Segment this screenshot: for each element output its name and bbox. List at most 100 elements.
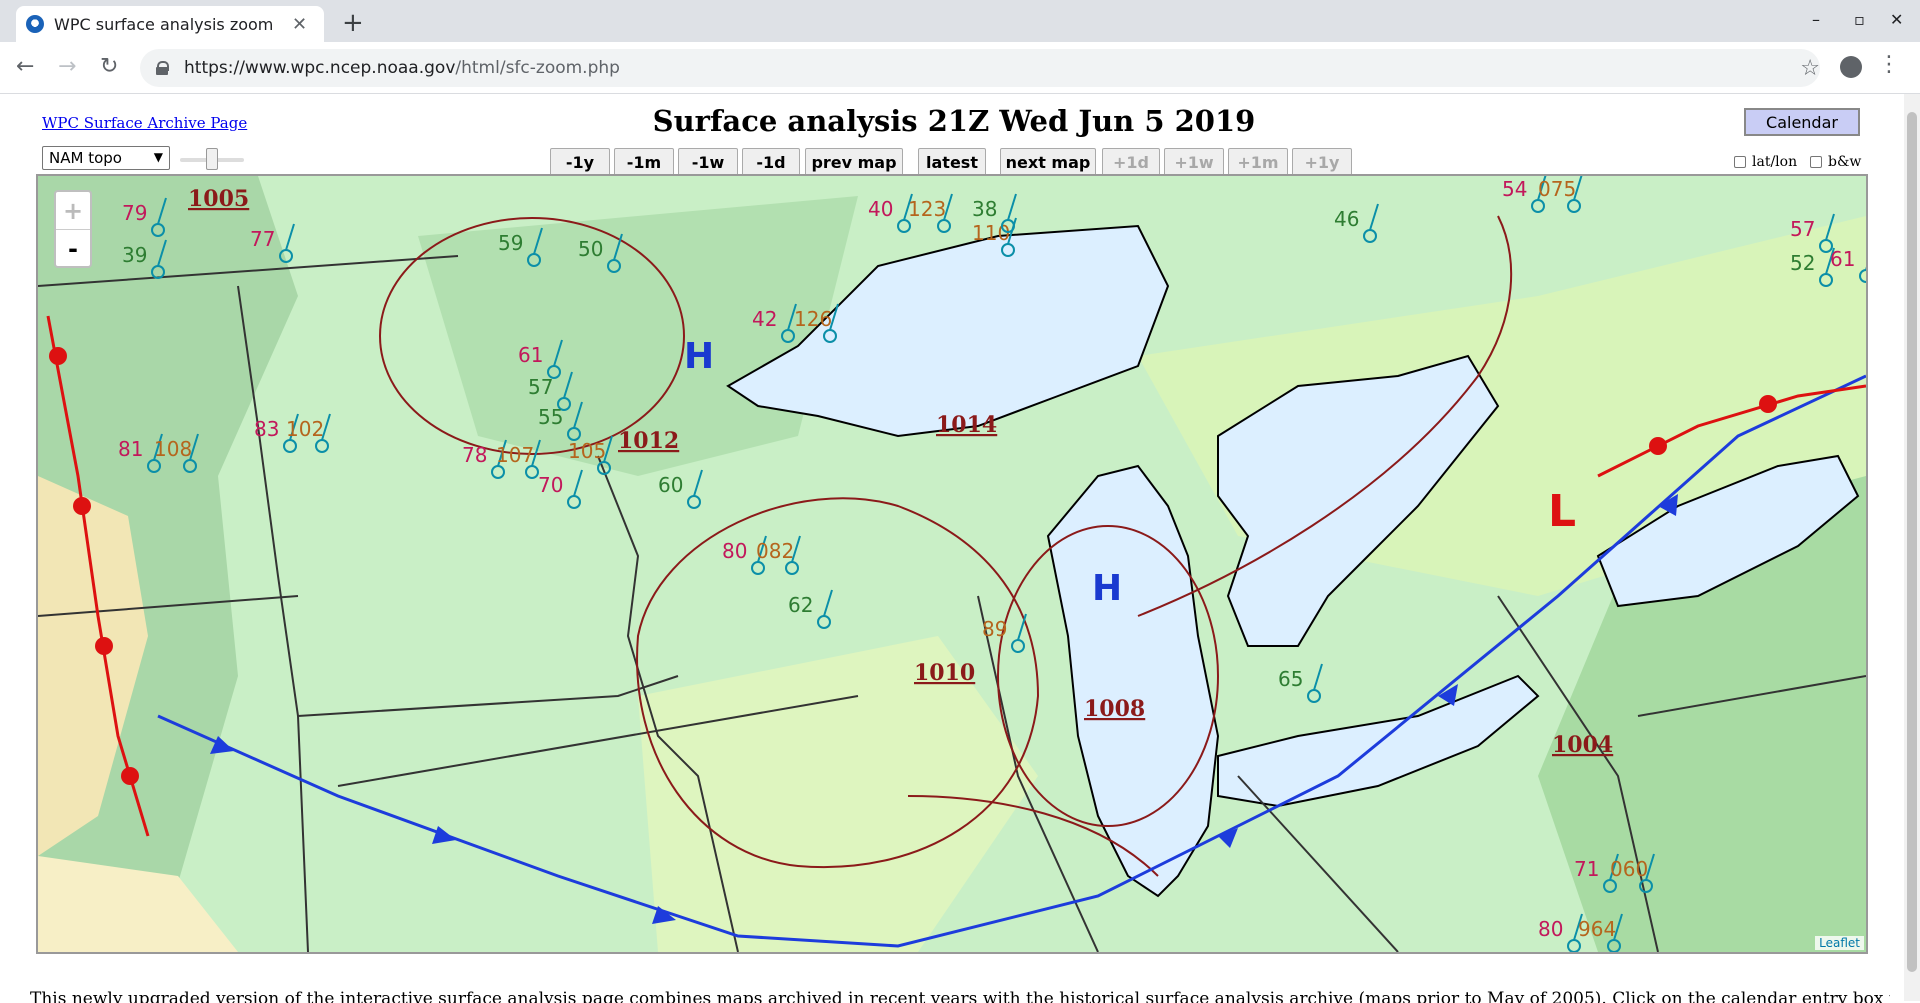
station-value: 52	[1790, 251, 1815, 275]
latlon-label: lat/lon	[1752, 154, 1798, 170]
station-value: 61	[518, 343, 543, 367]
chevron-down-icon: ▼	[153, 150, 163, 164]
plus-1y-button[interactable]: +1y	[1292, 148, 1352, 176]
bw-toggle[interactable]: b&w	[1810, 154, 1861, 170]
latlon-checkbox[interactable]	[1734, 156, 1746, 168]
warm-front-pip	[95, 637, 113, 655]
back-arrow-icon[interactable]: ←	[16, 54, 34, 79]
url-host: https://www.wpc.ncep.noaa.gov	[184, 58, 456, 78]
window-close-icon[interactable]: ✕	[1890, 10, 1903, 29]
bw-checkbox[interactable]	[1810, 156, 1822, 168]
minus-1m-button[interactable]: -1m	[614, 148, 674, 176]
forward-arrow-icon[interactable]: →	[58, 54, 76, 79]
warm-front-pip	[1759, 395, 1777, 413]
leaflet-attribution[interactable]: Leaflet	[1815, 936, 1864, 950]
zoom-in-button[interactable]: +	[56, 192, 90, 230]
station-value: 79	[122, 201, 147, 225]
pressure-value: 1008	[1084, 696, 1145, 722]
station-value: 060	[1610, 857, 1648, 881]
station-value: 123	[908, 197, 946, 221]
opacity-slider-handle[interactable]	[206, 148, 218, 170]
pressure-value: 1010	[914, 660, 975, 686]
latlon-toggle[interactable]: lat/lon	[1734, 154, 1797, 170]
station-value: 107	[496, 443, 534, 467]
station-value: 126	[794, 307, 832, 331]
station-value: 38	[972, 197, 997, 221]
profile-avatar-icon[interactable]	[1840, 56, 1862, 78]
minimize-icon[interactable]: –	[1812, 10, 1820, 29]
pressure-value: 1012	[618, 428, 679, 454]
minus-1w-button[interactable]: -1w	[678, 148, 738, 176]
pressure-value: 1005	[188, 186, 249, 212]
station-value: 108	[154, 437, 192, 461]
plus-1d-button[interactable]: +1d	[1102, 148, 1160, 176]
minus-1d-button[interactable]: -1d	[742, 148, 800, 176]
station-value: 59	[498, 231, 523, 255]
url-path: /html/sfc-zoom.php	[455, 58, 620, 78]
basemap-select-value: NAM topo	[49, 149, 122, 167]
station-value: 54	[1502, 177, 1527, 201]
station-value: 65	[1278, 667, 1303, 691]
station-value: 71	[1574, 857, 1599, 881]
new-tab-button[interactable]: +	[342, 8, 364, 38]
browser-tab-bar: WPC surface analysis zoom ✕ + – ▫ ✕	[0, 0, 1920, 42]
station-value: 39	[122, 243, 147, 267]
warm-front-pip	[1649, 437, 1667, 455]
pressure-value: 1014	[936, 412, 997, 438]
station-value: 082	[756, 539, 794, 563]
station-value: 42	[752, 307, 777, 331]
page-content: WPC Surface Archive Page Surface analysi…	[0, 94, 1920, 1003]
plus-1w-button[interactable]: +1w	[1164, 148, 1224, 176]
plus-1m-button[interactable]: +1m	[1228, 148, 1288, 176]
station-value: 70	[538, 473, 563, 497]
lock-icon	[156, 61, 169, 75]
browser-toolbar: ← → ↻ https://www.wpc.ncep.noaa.gov/html…	[0, 42, 1920, 94]
page-title: Surface analysis 21Z Wed Jun 5 2019	[652, 104, 1256, 138]
tab-title: WPC surface analysis zoom	[54, 14, 274, 34]
bw-label: b&w	[1828, 154, 1862, 170]
browser-tab[interactable]: WPC surface analysis zoom ✕	[16, 6, 324, 42]
pressure-value: 1004	[1552, 732, 1613, 758]
latest-button[interactable]: latest	[918, 148, 986, 176]
map-canvas: H H L 1005 1014 1010 1008 1004 1012 79 39…	[38, 176, 1866, 952]
station-value: 57	[528, 375, 553, 399]
station-value: 57	[1790, 217, 1815, 241]
next-map-button[interactable]: next map	[1000, 148, 1096, 176]
station-value: 61	[1830, 247, 1855, 271]
station-value: 62	[788, 593, 813, 617]
noaa-favicon-icon	[26, 15, 44, 33]
station-value: 80	[722, 539, 747, 563]
page-scrollbar[interactable]	[1904, 94, 1920, 1001]
minus-1y-button[interactable]: -1y	[550, 148, 610, 176]
station-value: 81	[118, 437, 143, 461]
bookmark-star-icon[interactable]: ☆	[1800, 56, 1820, 81]
high-pressure-label-north: H	[684, 336, 714, 377]
browser-menu-icon[interactable]: ⋮	[1878, 52, 1900, 77]
station-value: 075	[1538, 177, 1576, 201]
reload-icon[interactable]: ↻	[100, 54, 118, 79]
warm-front-pip	[49, 347, 67, 365]
calendar-button[interactable]: Calendar	[1744, 108, 1860, 136]
station-value: 55	[538, 405, 563, 429]
scrollbar-thumb[interactable]	[1907, 112, 1917, 972]
basemap-select[interactable]: NAM topo ▼	[42, 146, 170, 170]
warm-front-pip	[121, 767, 139, 785]
low-pressure-label: L	[1548, 486, 1576, 537]
station-value: 77	[250, 227, 275, 251]
tab-close-icon[interactable]: ✕	[292, 14, 307, 35]
warm-front-pip	[73, 497, 91, 515]
station-value: 83	[254, 417, 279, 441]
high-pressure-label-lake-michigan: H	[1092, 568, 1122, 609]
station-value: 60	[658, 473, 683, 497]
address-bar[interactable]: https://www.wpc.ncep.noaa.gov/html/sfc-z…	[140, 49, 1820, 87]
surface-analysis-map[interactable]: + - H H L 1005 1014 1010 1008 1004 1012 …	[36, 174, 1868, 954]
zoom-out-button[interactable]: -	[56, 230, 90, 268]
station-value: 40	[868, 197, 893, 221]
station-value: 105	[568, 439, 606, 463]
prev-map-button[interactable]: prev map	[805, 148, 903, 176]
station-value: 80	[1538, 917, 1563, 941]
zoom-control: + -	[54, 190, 92, 268]
station-value: 110	[972, 221, 1010, 245]
maximize-icon[interactable]: ▫	[1854, 10, 1865, 29]
station-value: 50	[578, 237, 603, 261]
